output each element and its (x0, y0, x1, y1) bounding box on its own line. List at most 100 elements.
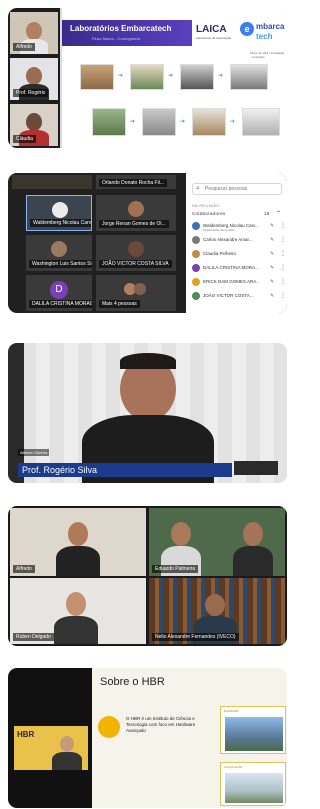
slide-subtitle: Fluxo Macro - Cronograma (92, 36, 140, 41)
search-icon: ⌕ (196, 185, 200, 192)
site-photo (80, 64, 114, 90)
site-photo (92, 108, 126, 136)
arrow-right-icon: ➔ (168, 73, 174, 79)
site-photo (180, 64, 214, 90)
participant-tile-active[interactable]: Waldemberg Nicolau Carv... (26, 195, 92, 231)
participant-name: Alfredo (13, 565, 35, 573)
participant-name: Prof. Rogério (13, 89, 49, 97)
presenter-column: HBR (8, 668, 92, 808)
video-grid: Orlando Donato Rocha Fil... Waldemberg N… (8, 173, 180, 313)
mic-icon[interactable]: ✎ (270, 251, 274, 257)
collaborators-count: 16 (264, 211, 270, 216)
arrow-right-icon: ➔ (218, 73, 224, 79)
avatar (192, 250, 200, 258)
participant-tile[interactable] (12, 175, 92, 189)
embarcatech-logo: e mbarca tech (238, 20, 287, 46)
participant-tile[interactable]: Alfredo (10, 508, 146, 576)
person-row[interactable]: Waldemberg Nicolau Carv... Organizador d… (192, 221, 286, 232)
site-photo (192, 108, 226, 136)
arrow-right-icon: ➔ (118, 73, 124, 79)
person-row[interactable]: Claudia Pinheiro ✎ ⋮ (192, 249, 286, 259)
shared-slide: Laboratórios Embarcatech Fluxo Macro - C… (62, 8, 287, 148)
participant-tile[interactable]: Prof. Rogério (10, 58, 58, 100)
meeting-thumbnail-1[interactable]: Alfredo Prof. Rogério Cláudia Laboratóri… (0, 0, 287, 155)
participant-tile[interactable]: Eduardo Palmeira (149, 508, 285, 576)
participant-tile[interactable]: Nelio Alexandre Fernandes (IVECO) (149, 578, 285, 644)
participant-tile[interactable]: JOÃO VICTOR COSTA SILVA (96, 235, 176, 271)
participant-name: Alfredo (13, 43, 35, 51)
person-row[interactable]: DALILA CRISTINA MORA... ✎ ⋮ (192, 263, 286, 273)
slide-title: Sobre o HBR (100, 676, 165, 688)
more-options-icon[interactable]: ⋮ (280, 222, 286, 229)
more-options-icon[interactable]: ⋮ (280, 292, 286, 299)
presenter-tile[interactable]: HBR (14, 726, 88, 770)
participant-name: Waldemberg Nicolau Carv... (30, 219, 91, 227)
person-row[interactable]: Carlos Alexandre Amar... ✎ ⋮ (192, 235, 286, 245)
slide-title-banner: Laboratórios Embarcatech Fluxo Macro - C… (62, 20, 192, 46)
participant-tile[interactable]: Orlando Donato Rocha Fil... (96, 175, 176, 189)
participant-tile[interactable]: Cláudia (10, 104, 58, 146)
slide-description: O HBR é um Instituto de Ciência e Tecnol… (126, 716, 196, 733)
person-row[interactable]: ERICK DAM GOMES ARA... ✎ ⋮ (192, 277, 286, 287)
participant-tile[interactable]: D DALILA CRISTINA MORAIS... (26, 275, 92, 311)
participant-name: Eduardo Palmeira (152, 565, 199, 573)
meeting-screen-2: Orlando Donato Rocha Fil... Waldemberg N… (8, 173, 287, 313)
participant-tile[interactable]: Ruben Delgado (10, 578, 146, 644)
side-frame (8, 343, 24, 483)
participant-tile[interactable]: Jorge Renan Gomes de Ol... (96, 195, 176, 231)
meeting-screen-1: Alfredo Prof. Rogério Cláudia Laboratóri… (8, 8, 287, 148)
shared-slide: Sobre o HBR O HBR é um Instituto de Ciên… (92, 668, 287, 808)
embarcatech-e-icon: e (240, 22, 254, 36)
location-caption: Brasília/DF (224, 709, 239, 713)
mic-icon[interactable]: ✎ (270, 237, 274, 243)
avatar (192, 278, 200, 286)
meeting-screen-3: Alfredo Oliveira Prof. Rogério Silva (8, 343, 287, 483)
meeting-thumbnail-5[interactable]: HBR Sobre o HBR O HBR é um Instituto de … (0, 660, 287, 809)
meeting-thumbnail-3[interactable]: Alfredo Oliveira Prof. Rogério Silva (0, 335, 287, 490)
participant-name: JOÃO VICTOR COSTA SILVA (99, 260, 172, 268)
lower-third-name: Prof. Rogério Silva (18, 463, 232, 477)
search-input[interactable]: ⌕ Pesquisar pessoas (192, 183, 282, 195)
more-options-icon[interactable]: ⋮ (280, 250, 286, 257)
mic-icon[interactable]: ✎ (270, 223, 274, 229)
participant-tile[interactable]: Alfredo (10, 12, 58, 54)
site-photo (230, 64, 268, 90)
participant-name: Jorge Renan Gomes de Ol... (99, 220, 169, 228)
more-people-tile[interactable]: Mais 4 pessoas (96, 275, 176, 311)
person-row[interactable]: JOÃO VICTOR COSTA... ✎ ⋮ (192, 291, 286, 301)
people-panel: ⌕ Pesquisar pessoas NA REUNIÃO Colaborad… (186, 173, 287, 313)
self-view-tile[interactable] (234, 461, 278, 475)
participant-name: Alfredo Oliveira (18, 449, 50, 456)
meeting-thumbnail-4[interactable]: Alfredo Eduardo Palmeira Ruben Delgado N… (0, 498, 287, 653)
more-people-label: Mais 4 pessoas (99, 300, 140, 308)
speaker-hair (120, 353, 176, 369)
collaborators-label: Colaboradores (192, 211, 226, 216)
arrow-right-icon: ➔ (230, 119, 236, 125)
more-options-icon[interactable]: ⋮ (280, 264, 286, 271)
meeting-thumbnail-2[interactable]: Orlando Donato Rocha Fil... Waldemberg N… (0, 165, 287, 320)
more-options-icon[interactable]: ⋮ (280, 278, 286, 285)
participant-name: Ruben Delgado (13, 633, 54, 641)
arrow-right-icon: ➔ (180, 119, 186, 125)
avatar (192, 264, 200, 272)
location-card: Brasília/DF (220, 706, 286, 754)
avatar: D (50, 281, 68, 299)
chevron-up-icon[interactable]: ⌃ (276, 210, 281, 217)
laica-logo: LAICA Laboratório de Automação (196, 24, 232, 40)
mic-icon[interactable]: ✎ (270, 265, 274, 271)
participant-name: Cláudia (13, 135, 36, 143)
section-label: NA REUNIÃO (192, 203, 220, 208)
avatar (192, 222, 200, 230)
location-caption: Campinas/SP (224, 765, 243, 769)
participant-name: Orlando Donato Rocha Fil... (99, 179, 167, 187)
arrow-right-icon: ➔ (130, 119, 136, 125)
participant-name: Washington Luis Santos Si... (29, 260, 92, 268)
meeting-screen-4: Alfredo Eduardo Palmeira Ruben Delgado N… (8, 506, 287, 646)
laica-logo-subtitle: Laboratório de Automação (196, 36, 232, 40)
participant-tile[interactable]: Washington Luis Santos Si... (26, 235, 92, 271)
mic-icon[interactable]: ✎ (270, 279, 274, 285)
avatar (192, 292, 200, 300)
site-photo (242, 108, 280, 136)
mic-icon[interactable]: ✎ (270, 293, 274, 299)
more-options-icon[interactable]: ⋮ (280, 236, 286, 243)
